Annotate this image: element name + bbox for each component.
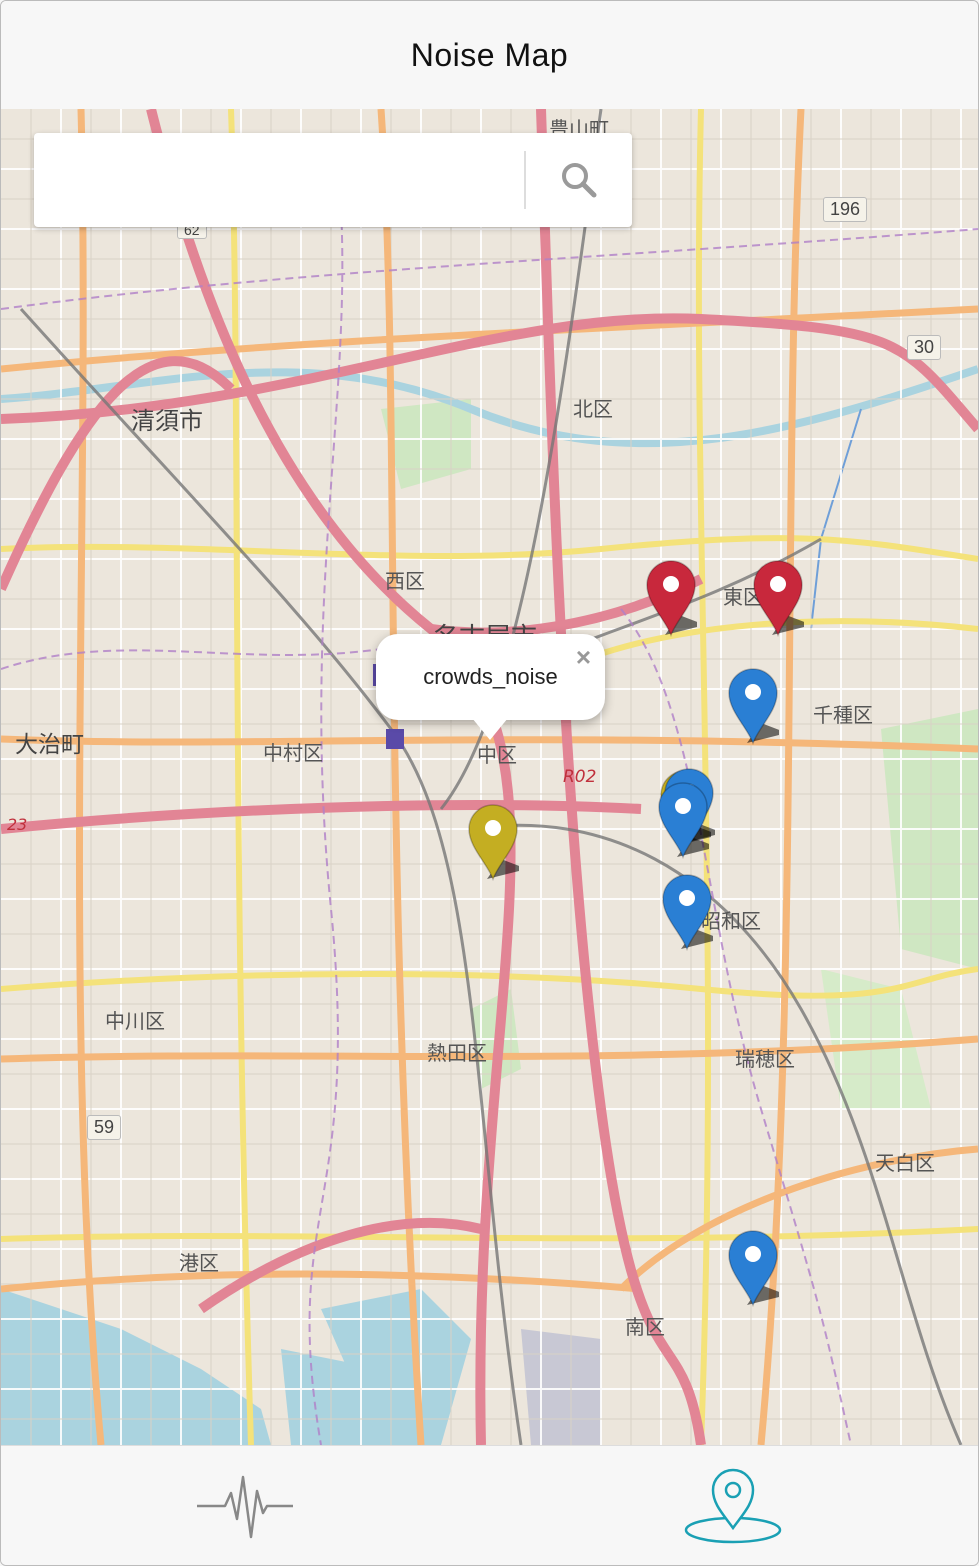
noise-marker-blue[interactable] bbox=[661, 873, 721, 952]
map-label-nakamura-ku: 中村区 bbox=[263, 741, 323, 765]
map-label-mizuho-ku: 瑞穂区 bbox=[735, 1047, 795, 1071]
app: Noise Map 豊山町 清須市 北区 西区 東区 千種区 大治町 中村区 中… bbox=[0, 0, 979, 1566]
tab-noise[interactable] bbox=[1, 1446, 489, 1565]
noise-marker-blue[interactable] bbox=[727, 667, 787, 746]
map-label-nishi-ku: 西区 bbox=[385, 569, 425, 593]
noise-marker-blue[interactable] bbox=[727, 1229, 787, 1308]
map-label-tempaku-ku: 天白区 bbox=[875, 1151, 935, 1175]
map-label-kiyosu: 清須市 bbox=[131, 407, 203, 435]
route-shield-59: 59 bbox=[87, 1115, 122, 1140]
noise-marker-red[interactable] bbox=[645, 559, 705, 638]
map-base[interactable] bbox=[1, 109, 978, 1445]
map-label-r02: R02 bbox=[563, 767, 597, 787]
map-label-minami-ku: 南区 bbox=[625, 1315, 665, 1339]
tab-bar bbox=[1, 1445, 978, 1565]
search-input[interactable] bbox=[48, 153, 522, 209]
map-label-kita-ku: 北区 bbox=[573, 397, 613, 421]
map-label-oharu: 大治町 bbox=[15, 732, 84, 758]
map-label-nakagawa-ku: 中川区 bbox=[105, 1009, 165, 1033]
header: Noise Map bbox=[1, 1, 978, 109]
map-label-atsuta-ku: 熱田区 bbox=[427, 1041, 487, 1065]
popup-tip bbox=[472, 718, 508, 740]
map-label-minato-ku: 港区 bbox=[179, 1251, 219, 1275]
search-icon bbox=[562, 163, 597, 198]
waveform-icon bbox=[197, 1475, 293, 1539]
search-button[interactable] bbox=[534, 141, 624, 219]
noise-marker-blue[interactable] bbox=[657, 781, 717, 860]
map-label-r23: 23 bbox=[7, 815, 28, 834]
route-shield-196: 196 bbox=[823, 197, 868, 222]
map-view[interactable]: 豊山町 清須市 北区 西区 名古屋市 東区 千種区 大治町 中村区 中区 昭和区… bbox=[1, 109, 978, 1445]
map-label-naka-ku: 中区 bbox=[477, 743, 517, 767]
marker-popup: crowds_noise × bbox=[376, 634, 605, 740]
search-divider bbox=[524, 151, 526, 209]
search-box bbox=[34, 133, 632, 227]
popup-label: crowds_noise bbox=[423, 664, 558, 689]
map-pin-icon bbox=[684, 1468, 782, 1544]
tab-map[interactable] bbox=[489, 1446, 977, 1565]
popup-close-icon[interactable]: × bbox=[576, 644, 591, 670]
noise-marker-red[interactable] bbox=[752, 559, 812, 638]
noise-marker-yellow[interactable] bbox=[467, 803, 527, 882]
route-shield-30: 30 bbox=[907, 335, 942, 360]
page-title: Noise Map bbox=[410, 36, 569, 73]
map-label-chikusa-ku: 千種区 bbox=[813, 703, 873, 727]
